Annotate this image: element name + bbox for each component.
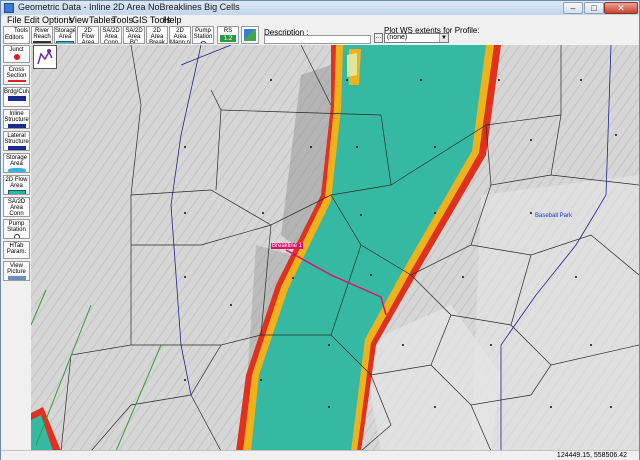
htab-param-label: HTab Param. xyxy=(6,243,27,255)
minimize-button[interactable]: – xyxy=(563,2,583,14)
storage-area-side-button[interactable]: Storage Area xyxy=(3,153,30,173)
river-reach-label: River Reach xyxy=(33,28,51,40)
storage-area-button[interactable]: Storage Area xyxy=(54,26,76,44)
menu-help[interactable]: Help xyxy=(163,15,182,26)
title-bar: Geometric Data - Inline 2D Area NoBreakl… xyxy=(1,1,639,16)
cross-section-label: Cross Section xyxy=(6,67,27,79)
sketch-tool-button[interactable] xyxy=(33,45,57,69)
map-layers-icon xyxy=(244,29,256,41)
app-window: Geometric Data - Inline 2D Area NoBreakl… xyxy=(0,0,640,460)
view-picture-label: View Picture xyxy=(7,263,26,275)
menu-bar: File Edit Options View Tables Tools GIS … xyxy=(1,15,639,26)
htab-param-button[interactable]: HTab Param. xyxy=(3,241,30,259)
pencil-icon xyxy=(37,49,53,65)
junction-icon xyxy=(13,54,20,60)
place-label: Baseball Park xyxy=(535,213,573,219)
tools-label: Tools xyxy=(13,28,28,34)
app-icon xyxy=(4,3,14,13)
pump-station-side-button[interactable]: Pump Station xyxy=(3,219,30,239)
2d-flow-area-side-label: 2D Flow Area xyxy=(5,177,28,189)
river-reach-icon xyxy=(33,41,51,43)
menu-view[interactable]: View xyxy=(69,15,88,26)
cross-section-icon xyxy=(7,80,26,82)
status-bar: 124449.15, 558506.42 xyxy=(1,450,639,460)
2d-flow-area-label: 2D Flow Area xyxy=(81,28,95,44)
view-picture-icon xyxy=(7,276,26,280)
2d-flow-area-side-button[interactable]: 2D Flow Area xyxy=(3,175,30,195)
pump-station-icon xyxy=(199,41,207,43)
bridge-culvert-button[interactable]: Brdg/Culv xyxy=(3,87,30,107)
rs-value: 1.2 xyxy=(220,35,236,42)
rs-label: RS xyxy=(223,28,233,34)
pump-station-side-label: Pump Station xyxy=(7,221,26,233)
map-svg[interactable] xyxy=(31,45,639,451)
profile-select[interactable]: (none) ▼ xyxy=(384,33,449,43)
background-map-button[interactable] xyxy=(241,26,259,44)
lateral-structure-label: Lateral Structure xyxy=(4,133,29,145)
bridge-culvert-icon xyxy=(7,96,26,101)
breakline-label: Breakline 1 xyxy=(271,243,304,249)
sa2d-connection-button[interactable]: SA/2D Area Conn xyxy=(100,26,122,44)
bc-lines-label: SA/2D Area BC Lines xyxy=(125,28,143,44)
maximize-button[interactable]: □ xyxy=(584,2,604,14)
editors-label: Editors xyxy=(5,35,24,41)
river-reach-button[interactable]: River Reach xyxy=(31,26,53,44)
sa2d-connection-side-button[interactable]: SA/2D Area Conn xyxy=(3,197,30,217)
close-button[interactable]: ✕ xyxy=(604,2,638,14)
junction-button[interactable]: Junct xyxy=(3,45,30,63)
junction-label: Junct xyxy=(9,47,24,53)
storage-area-label: Storage Area xyxy=(55,28,76,40)
manning-regions-button[interactable]: 2D Area Mann n Regions xyxy=(169,26,191,44)
sa2d-connection-side-label: SA/2D Area Conn xyxy=(7,199,26,217)
2d-flow-area-side-icon xyxy=(7,190,26,194)
menu-file[interactable]: File xyxy=(7,15,22,26)
bc-lines-button[interactable]: SA/2D Area BC Lines xyxy=(123,26,145,44)
inline-structure-label: Inline Structure xyxy=(4,111,29,123)
tools-editors-button[interactable]: Tools Editors xyxy=(3,26,30,44)
bridge-culvert-label: Brdg/Culv xyxy=(4,89,30,95)
lateral-structure-icon xyxy=(7,146,26,150)
storage-area-icon xyxy=(56,41,74,43)
storage-area-side-label: Storage Area xyxy=(5,155,27,167)
menu-edit[interactable]: Edit xyxy=(24,15,40,26)
break-lines-label: 2D Area Break Lines xyxy=(149,28,165,44)
coordinate-readout: 124449.15, 558506.42 xyxy=(556,452,627,459)
pump-station-label: Pump Station xyxy=(193,28,213,40)
manning-regions-label: 2D Area Mann n Regions xyxy=(170,28,191,44)
pump-station-button[interactable]: Pump Station xyxy=(192,26,214,44)
window-title: Geometric Data - Inline 2D Area NoBreakl… xyxy=(18,2,240,12)
lateral-structure-button[interactable]: Lateral Structure xyxy=(3,131,30,151)
cross-section-button[interactable]: Cross Section xyxy=(3,65,30,85)
pump-station-side-icon xyxy=(13,234,20,238)
rs-button[interactable]: RS 1.2 xyxy=(217,26,239,44)
sa2d-connection-label: SA/2D Area Conn xyxy=(102,28,120,44)
2d-flow-area-button[interactable]: 2D Flow Area xyxy=(77,26,99,44)
editor-sidebar: Junct Cross Section Brdg/Culv Inline Str… xyxy=(1,45,32,451)
view-picture-button[interactable]: View Picture xyxy=(3,261,30,281)
inline-structure-icon xyxy=(7,124,26,128)
inline-structure-button[interactable]: Inline Structure xyxy=(3,109,30,129)
storage-area-side-icon xyxy=(7,168,26,172)
chevron-down-icon: ▼ xyxy=(439,34,448,42)
profile-selected-value: (none) xyxy=(387,34,408,41)
menu-tools[interactable]: Tools xyxy=(112,15,133,26)
description-edit-button[interactable]: … xyxy=(374,33,383,43)
break-lines-button[interactable]: 2D Area Break Lines xyxy=(146,26,168,44)
map-canvas[interactable] xyxy=(31,45,639,451)
description-input[interactable] xyxy=(264,35,371,44)
